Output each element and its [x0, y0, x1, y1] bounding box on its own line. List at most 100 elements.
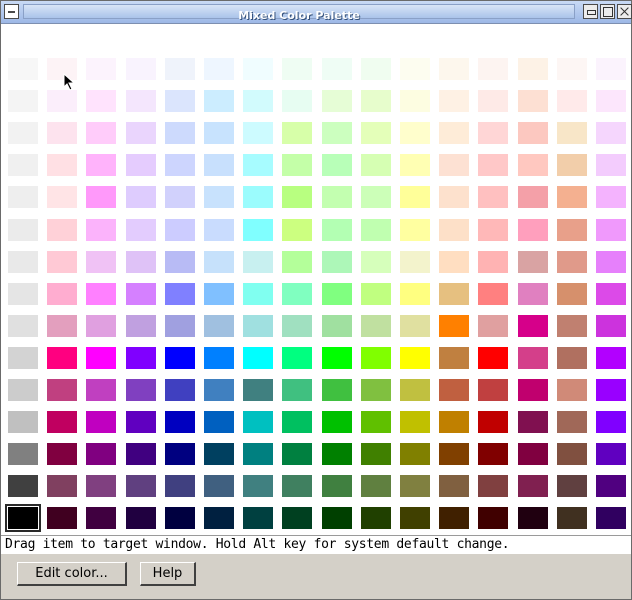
color-swatch[interactable]	[86, 411, 116, 433]
color-swatch[interactable]	[322, 283, 352, 305]
color-swatch[interactable]	[204, 507, 234, 529]
color-swatch[interactable]	[8, 443, 38, 465]
color-swatch[interactable]	[400, 219, 430, 241]
color-swatch[interactable]	[86, 58, 116, 80]
color-swatch[interactable]	[165, 251, 195, 273]
color-swatch[interactable]	[126, 411, 156, 433]
color-swatch[interactable]	[282, 58, 312, 80]
color-swatch[interactable]	[282, 154, 312, 176]
color-swatch[interactable]	[518, 379, 548, 401]
color-swatch[interactable]	[557, 411, 587, 433]
color-swatch[interactable]	[243, 347, 273, 369]
color-swatch[interactable]	[282, 315, 312, 337]
color-swatch[interactable]	[557, 186, 587, 208]
color-swatch[interactable]	[322, 411, 352, 433]
color-swatch[interactable]	[596, 186, 626, 208]
color-swatch[interactable]	[400, 122, 430, 144]
color-swatch[interactable]	[126, 315, 156, 337]
color-swatch[interactable]	[8, 154, 38, 176]
color-swatch[interactable]	[243, 507, 273, 529]
color-swatch[interactable]	[282, 379, 312, 401]
color-swatch[interactable]	[243, 122, 273, 144]
color-swatch[interactable]	[126, 251, 156, 273]
color-palette-grid[interactable]	[5, 58, 628, 533]
color-swatch[interactable]	[400, 315, 430, 337]
color-swatch[interactable]	[86, 122, 116, 144]
color-swatch[interactable]	[322, 347, 352, 369]
color-swatch[interactable]	[165, 443, 195, 465]
color-swatch[interactable]	[47, 315, 77, 337]
color-swatch[interactable]	[204, 347, 234, 369]
color-swatch[interactable]	[400, 90, 430, 112]
color-swatch[interactable]	[204, 251, 234, 273]
color-swatch[interactable]	[361, 475, 391, 497]
color-swatch[interactable]	[596, 507, 626, 529]
color-swatch[interactable]	[165, 58, 195, 80]
color-swatch[interactable]	[361, 58, 391, 80]
color-swatch[interactable]	[126, 283, 156, 305]
color-swatch[interactable]	[204, 379, 234, 401]
color-swatch[interactable]	[478, 443, 508, 465]
color-swatch[interactable]	[47, 507, 77, 529]
color-swatch[interactable]	[518, 58, 548, 80]
color-swatch[interactable]	[478, 283, 508, 305]
system-menu-icon[interactable]	[4, 4, 19, 19]
color-swatch[interactable]	[243, 251, 273, 273]
color-swatch[interactable]	[282, 90, 312, 112]
color-swatch[interactable]	[518, 315, 548, 337]
color-swatch[interactable]	[165, 186, 195, 208]
color-swatch[interactable]	[439, 475, 469, 497]
color-swatch[interactable]	[439, 315, 469, 337]
color-swatch[interactable]	[439, 122, 469, 144]
color-swatch[interactable]	[126, 443, 156, 465]
color-swatch[interactable]	[478, 251, 508, 273]
color-swatch[interactable]	[204, 283, 234, 305]
color-swatch[interactable]	[126, 219, 156, 241]
color-swatch[interactable]	[86, 507, 116, 529]
color-swatch[interactable]	[322, 122, 352, 144]
color-swatch[interactable]	[126, 475, 156, 497]
color-swatch[interactable]	[47, 443, 77, 465]
color-swatch[interactable]	[204, 58, 234, 80]
color-swatch[interactable]	[8, 475, 38, 497]
color-swatch[interactable]	[518, 443, 548, 465]
color-swatch[interactable]	[8, 58, 38, 80]
color-swatch[interactable]	[165, 315, 195, 337]
color-swatch[interactable]	[518, 219, 548, 241]
color-swatch[interactable]	[557, 251, 587, 273]
title-bar[interactable]: Mixed Color Palette	[1, 1, 632, 24]
color-swatch[interactable]	[361, 507, 391, 529]
color-swatch[interactable]	[439, 154, 469, 176]
color-swatch[interactable]	[439, 186, 469, 208]
color-swatch[interactable]	[322, 443, 352, 465]
color-swatch[interactable]	[126, 379, 156, 401]
color-swatch[interactable]	[243, 379, 273, 401]
color-swatch[interactable]	[165, 347, 195, 369]
color-swatch[interactable]	[400, 283, 430, 305]
color-swatch[interactable]	[557, 154, 587, 176]
color-swatch[interactable]	[165, 90, 195, 112]
color-swatch[interactable]	[361, 315, 391, 337]
close-icon[interactable]	[617, 4, 632, 19]
color-swatch[interactable]	[86, 219, 116, 241]
color-swatch[interactable]	[86, 90, 116, 112]
color-swatch[interactable]	[47, 122, 77, 144]
color-swatch[interactable]	[518, 411, 548, 433]
color-swatch[interactable]	[47, 251, 77, 273]
color-swatch[interactable]	[86, 186, 116, 208]
color-swatch[interactable]	[282, 283, 312, 305]
color-swatch[interactable]	[282, 251, 312, 273]
color-swatch[interactable]	[596, 475, 626, 497]
color-swatch[interactable]	[596, 411, 626, 433]
color-swatch[interactable]	[86, 443, 116, 465]
color-swatch[interactable]	[518, 90, 548, 112]
color-swatch[interactable]	[86, 315, 116, 337]
color-swatch[interactable]	[282, 411, 312, 433]
color-swatch[interactable]	[165, 219, 195, 241]
color-swatch[interactable]	[282, 186, 312, 208]
color-swatch[interactable]	[400, 443, 430, 465]
color-swatch[interactable]	[243, 58, 273, 80]
color-swatch[interactable]	[518, 475, 548, 497]
color-swatch[interactable]	[518, 154, 548, 176]
color-swatch[interactable]	[204, 122, 234, 144]
